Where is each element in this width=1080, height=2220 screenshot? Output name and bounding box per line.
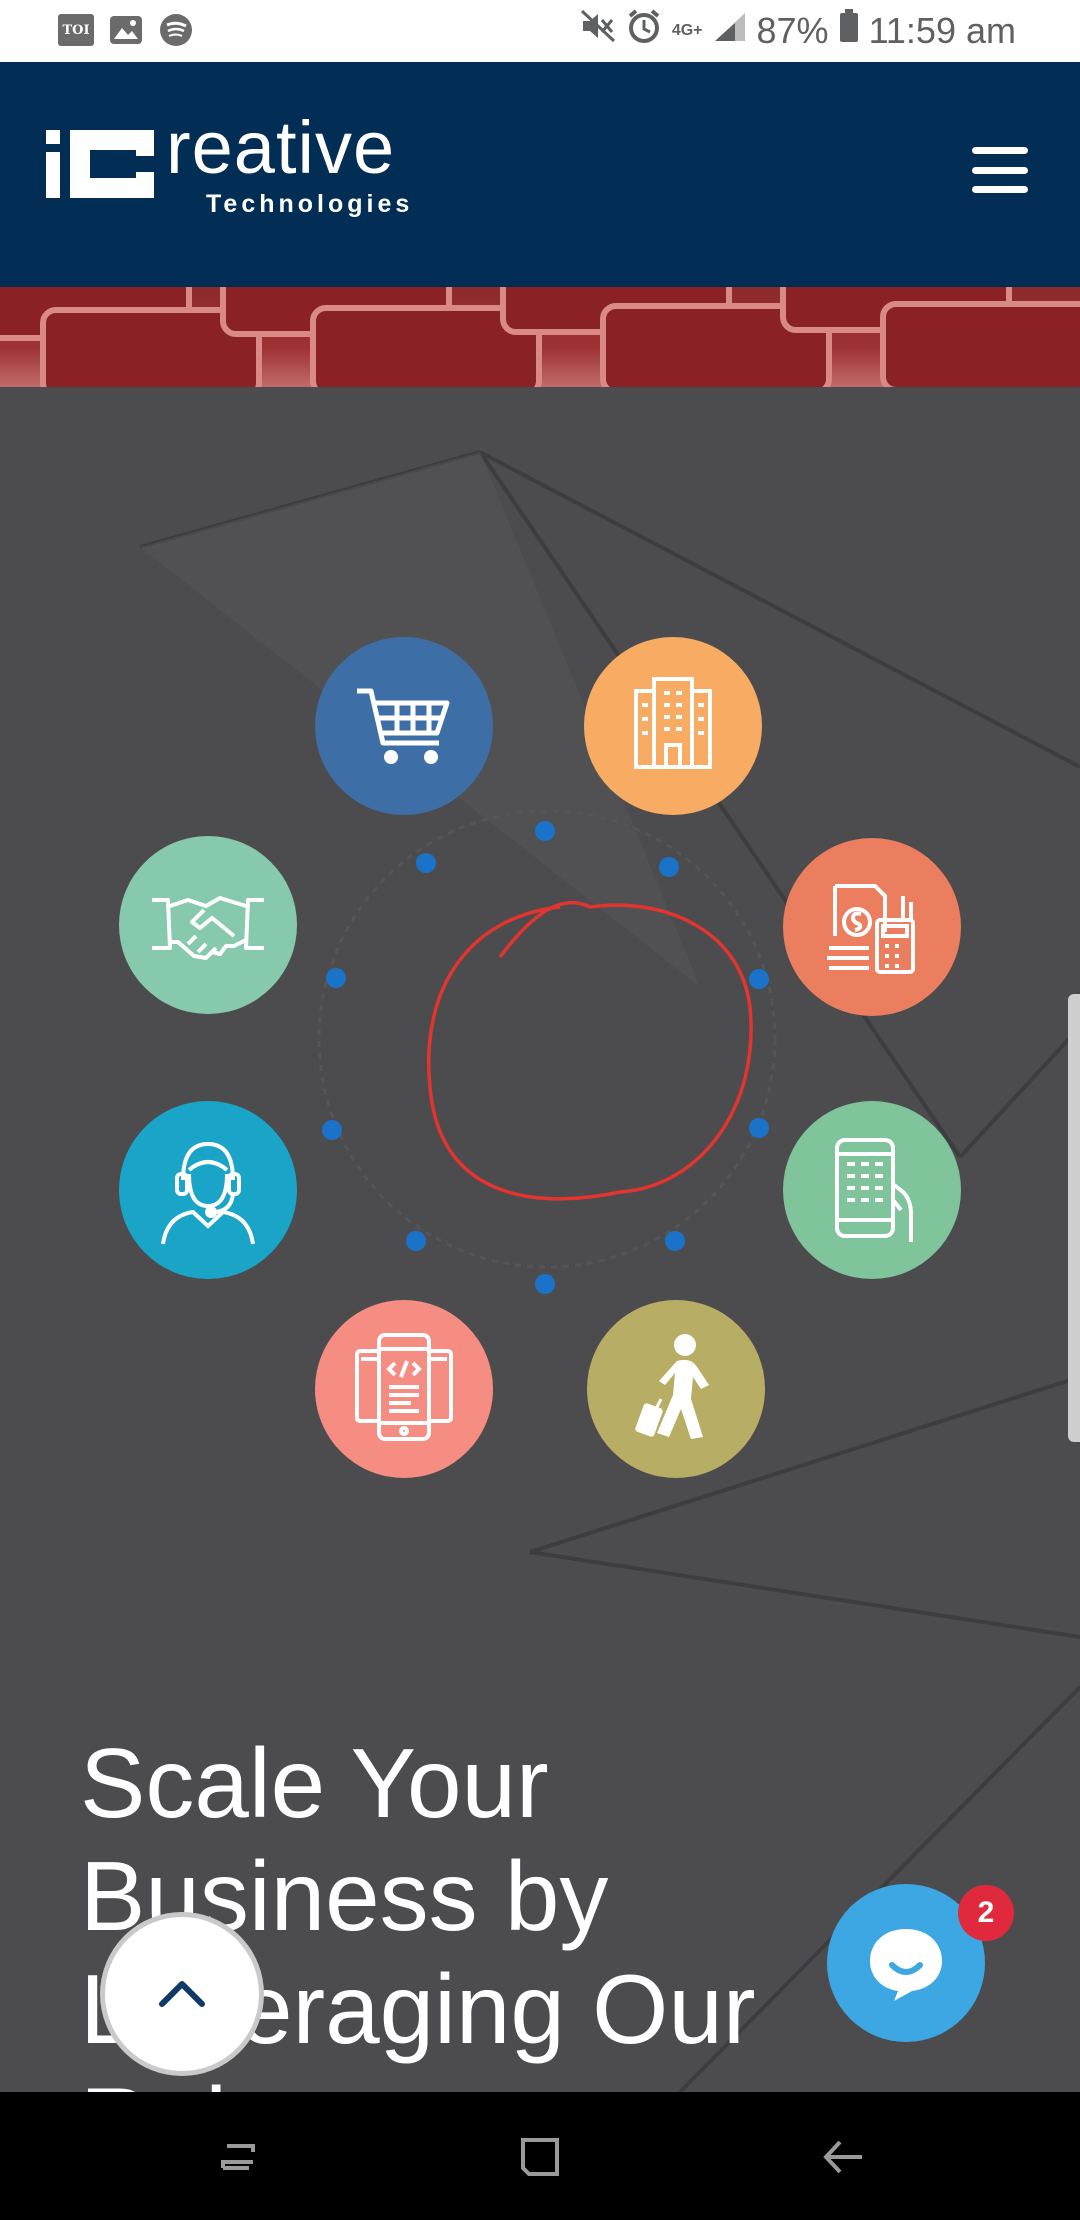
building-icon	[634, 677, 712, 769]
toi-icon: TOI	[58, 14, 94, 46]
back-button[interactable]	[808, 2122, 878, 2192]
ring-dot	[535, 1274, 555, 1294]
keyboard-key	[880, 301, 1080, 387]
traveler-icon	[635, 1334, 709, 1439]
ring-dot	[326, 968, 346, 988]
ring-dot	[665, 1231, 685, 1251]
handshake-icon	[152, 896, 264, 960]
annotation-circle	[427, 900, 753, 1201]
network-type-label: 4G+	[671, 21, 703, 39]
chat-bubble-icon	[870, 1929, 942, 2001]
scroll-to-top-button[interactable]	[100, 1912, 264, 2076]
service-support[interactable]	[119, 1101, 297, 1279]
service-mobile-apps[interactable]	[783, 1101, 961, 1279]
service-partnership[interactable]	[119, 836, 297, 1014]
menu-bar	[972, 166, 1028, 174]
ring-dot	[749, 1118, 769, 1138]
system-navigation-bar	[0, 2092, 1080, 2220]
recent-apps-button[interactable]	[203, 2122, 273, 2192]
ring-dot	[322, 1120, 342, 1140]
service-travel[interactable]	[587, 1300, 765, 1478]
status-left-icons: TOI	[58, 12, 194, 48]
home-icon	[521, 2138, 559, 2176]
site-header: reative Technologies	[0, 62, 1080, 287]
hero-keyboard-image	[0, 287, 1080, 387]
ring-dot	[659, 857, 679, 877]
spotify-icon	[158, 12, 194, 48]
recents-icon	[221, 2144, 255, 2170]
hamburger-menu-button[interactable]	[972, 147, 1028, 193]
service-finance[interactable]	[783, 838, 961, 1016]
menu-bar	[972, 147, 1028, 154]
finance-calculator-icon	[827, 884, 915, 974]
services-section: Scale Your Business by Leveraging Our Ro…	[0, 387, 1080, 2092]
clock: 11:59 am	[868, 9, 1016, 51]
service-real-estate[interactable]	[584, 637, 762, 815]
image-icon	[108, 12, 144, 48]
logo-ic-mark	[46, 130, 154, 198]
mobile-app-icon	[835, 1138, 913, 1242]
chat-unread-badge: 2	[958, 1885, 1014, 1941]
status-right-icons: 4G+ 87% 11:59 am	[580, 8, 1016, 53]
service-web-development[interactable]	[315, 1300, 493, 1478]
company-logo[interactable]: reative Technologies	[46, 106, 446, 226]
battery-percent: 87%	[756, 9, 829, 51]
chevron-up-icon	[159, 1981, 205, 2007]
customer-support-icon	[161, 1141, 255, 1245]
home-button[interactable]	[505, 2122, 575, 2192]
mute-icon	[580, 9, 616, 52]
responsive-code-icon	[355, 1333, 453, 1441]
alarm-icon	[626, 8, 662, 53]
shopping-cart-icon	[357, 688, 450, 764]
status-bar: TOI 4G+ 87% 11:59 am	[0, 0, 1080, 62]
ring-dot	[406, 1231, 426, 1251]
menu-bar	[972, 186, 1028, 193]
signal-icon	[713, 10, 747, 52]
service-ecommerce[interactable]	[315, 637, 493, 815]
logo-subtext: Technologies	[206, 190, 414, 218]
back-arrow-icon	[823, 2140, 862, 2174]
ring-dot	[535, 821, 555, 841]
logo-text: reative	[166, 106, 396, 189]
battery-icon	[839, 9, 859, 52]
ring-dot	[749, 969, 769, 989]
page-scrollbar[interactable]	[1068, 994, 1080, 1442]
ring-dot	[416, 853, 436, 873]
